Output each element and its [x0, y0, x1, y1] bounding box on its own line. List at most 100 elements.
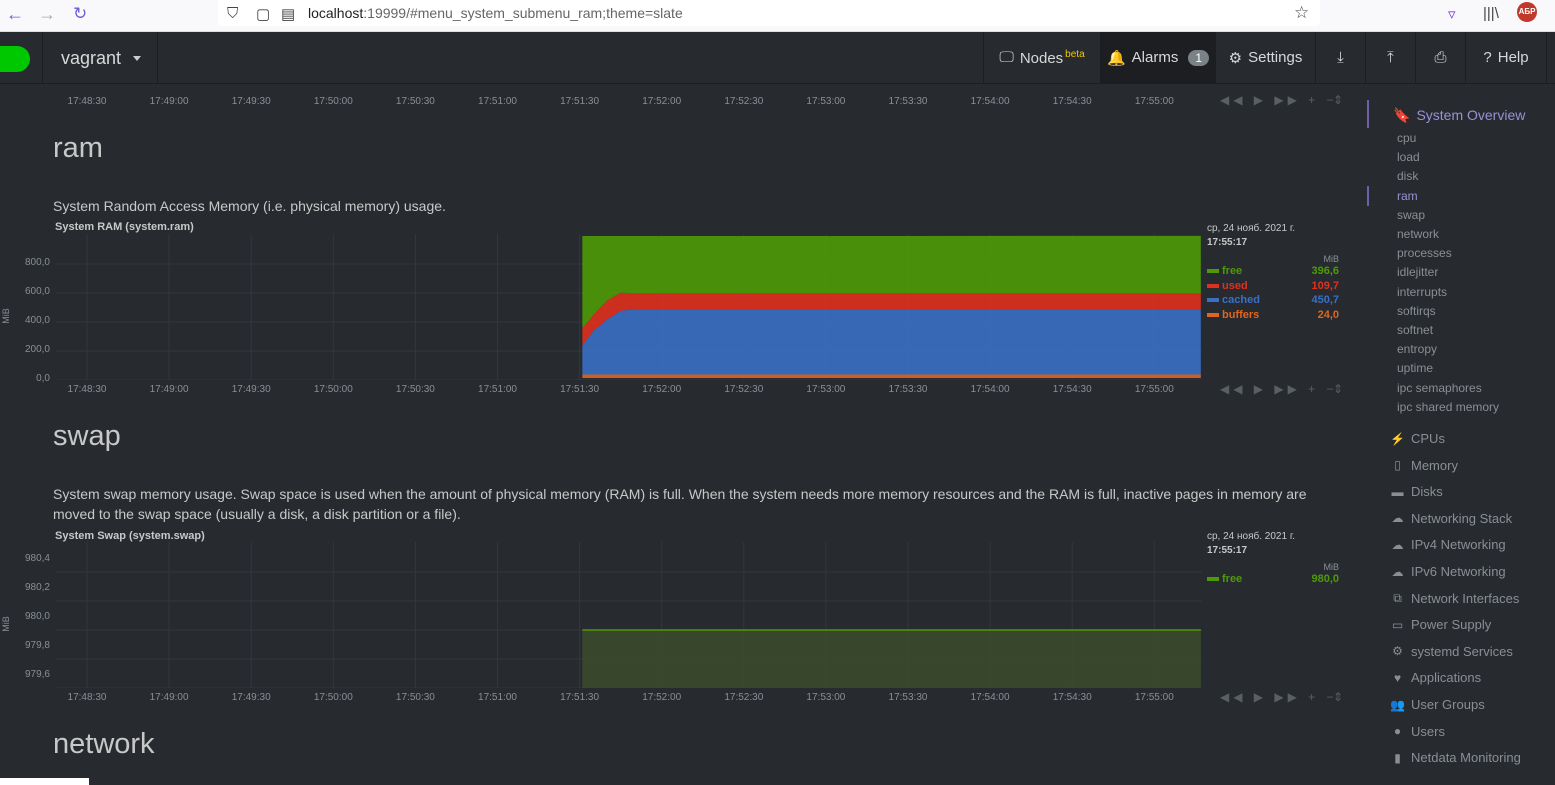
- sidebar-subitem-idlejitter[interactable]: idlejitter: [1397, 265, 1438, 279]
- legend-dim-value: 396,6: [1311, 265, 1339, 278]
- sidebar-subitem-softnet[interactable]: softnet: [1397, 323, 1433, 337]
- upload-icon: ⤒: [1387, 49, 1394, 66]
- sidebar-item-system-overview[interactable]: 🔖 System Overview: [1393, 107, 1525, 124]
- section-desc-swap: System swap memory usage. Swap space is …: [53, 486, 1307, 522]
- time-tick: 17:52:30: [724, 384, 764, 395]
- sidebar-item-power-supply[interactable]: ▭ Power Supply: [1390, 617, 1491, 632]
- time-tick: 17:52:00: [642, 96, 682, 107]
- chart-controls-swap[interactable]: ◀◀ ▶ ▶▶ + −: [1220, 690, 1338, 704]
- time-tick: 17:54:00: [970, 692, 1010, 703]
- legend-time: 17:55:17: [1207, 237, 1248, 248]
- netdata-logo-icon[interactable]: [0, 46, 30, 72]
- hostname[interactable]: vagrant: [61, 48, 121, 69]
- legend-item-free[interactable]: free 980,0: [1207, 572, 1339, 587]
- cogs-icon: ⚙: [1392, 644, 1403, 659]
- back-arrow-icon[interactable]: ←: [6, 4, 24, 25]
- y-tick: 400,0: [24, 315, 50, 326]
- page-icon: ▢: [256, 6, 271, 23]
- time-tick: 17:51:00: [478, 384, 517, 395]
- forward-arrow-icon[interactable]: →: [38, 4, 56, 25]
- chart-swap[interactable]: [56, 542, 1206, 688]
- settings-button[interactable]: ⚙ Settings: [1215, 32, 1315, 83]
- alarms-button[interactable]: 🔔 Alarms 1: [1100, 32, 1215, 83]
- sidebar-item-ipv6-networking[interactable]: ☁ IPv6 Networking: [1390, 564, 1506, 579]
- section-desc-ram: System Random Access Memory (i.e. physic…: [53, 198, 446, 214]
- bookmark-star-icon[interactable]: ☆: [1294, 3, 1309, 23]
- extension-badge[interactable]: АБР: [1517, 2, 1537, 22]
- time-tick: 17:48:30: [67, 384, 107, 395]
- chart-controls-ram[interactable]: ◀◀ ▶ ▶▶ + −: [1220, 382, 1338, 396]
- sidebar-subitem-disk[interactable]: disk: [1397, 169, 1418, 183]
- chart-controls-top[interactable]: ◀◀ ▶ ▶▶ + −: [1220, 93, 1338, 107]
- y-tick: 800,0: [24, 257, 50, 268]
- time-axis-swap: 17:48:30 17:49:00 17:49:30 17:50:00 17:50:30…: [0, 692, 1205, 706]
- resize-handle-icon[interactable]: ⇕: [1333, 690, 1347, 704]
- pocket-icon[interactable]: ▿: [1448, 5, 1456, 23]
- time-axis-top: 17:48:30 17:49:00 17:49:30 17:50:00 17:50:30…: [0, 96, 1205, 110]
- sidebar-item-label: CPUs: [1411, 431, 1445, 446]
- cloud-icon: ☁: [1391, 537, 1404, 552]
- sidebar-item-ipv4-networking[interactable]: ☁ IPv4 Networking: [1390, 537, 1506, 552]
- nodes-button[interactable]: 🖵 Nodes beta: [983, 32, 1100, 83]
- legend-unit: MiB: [1323, 254, 1340, 264]
- sidebar-subitem-softirqs[interactable]: softirqs: [1397, 304, 1436, 318]
- legend-item-buffers[interactable]: buffers 24,0: [1207, 308, 1339, 323]
- y-tick: 200,0: [24, 344, 50, 355]
- url-text[interactable]: localhost:19999/#menu_system_submenu_ram…: [308, 5, 683, 21]
- legend-item-cached[interactable]: cached 450,7: [1207, 293, 1339, 308]
- legend-item-used[interactable]: used 109,7: [1207, 279, 1339, 294]
- download-button[interactable]: ⤓: [1315, 32, 1365, 83]
- time-tick: 17:51:30: [560, 96, 600, 107]
- sidebar-item-cpus[interactable]: ⚡ CPUs: [1390, 431, 1445, 446]
- resize-handle-icon[interactable]: ⇕: [1333, 93, 1347, 107]
- legend-unit: MiB: [1323, 562, 1340, 572]
- sidebar-item-label: IPv6 Networking: [1411, 564, 1506, 579]
- sidebar-item-netdata-monitoring[interactable]: ▮ Netdata Monitoring: [1390, 750, 1521, 765]
- chart-ram[interactable]: [56, 234, 1206, 380]
- time-tick: 17:49:30: [231, 692, 271, 703]
- url-bar[interactable]: ⛉ ▢ ▤ localhost:19999/#menu_system_subme…: [218, 0, 1320, 26]
- print-button[interactable]: ⎙: [1415, 32, 1465, 83]
- time-tick: 17:54:30: [1052, 96, 1092, 107]
- sidebar-subitem-swap[interactable]: swap: [1397, 208, 1425, 222]
- sidebar-subitem-entropy[interactable]: entropy: [1397, 342, 1437, 356]
- time-tick: 17:54:00: [970, 96, 1010, 107]
- reload-icon[interactable]: ↻: [73, 4, 87, 24]
- legend-swatch: [1207, 269, 1219, 274]
- sidebar-subitem-cpu[interactable]: cpu: [1397, 131, 1416, 145]
- sidebar-item-label: Networking Stack: [1411, 510, 1513, 526]
- sidebar-subitem-uptime[interactable]: uptime: [1397, 361, 1433, 375]
- sidebar-subitem-ipc-semaphores[interactable]: ipc semaphores: [1397, 381, 1482, 395]
- netdata-header: vagrant 🖵 Nodes beta 🔔 Alarms 1 ⚙ Setting…: [0, 32, 1555, 84]
- sidebar-subitem-ram[interactable]: ram: [1397, 189, 1418, 203]
- sidebar-item-network-interfaces[interactable]: ⧉ Network Interfaces: [1390, 591, 1519, 606]
- sidebar-subitem-network[interactable]: network: [1397, 227, 1439, 241]
- time-tick: 17:49:30: [231, 96, 271, 107]
- sidebar-item-networking-stack[interactable]: ☁ Networking Stack: [1390, 510, 1513, 526]
- time-tick: 17:53:00: [806, 692, 846, 703]
- sidebar-subitem-ipc-shared-memory[interactable]: ipc shared memory: [1397, 400, 1499, 414]
- sidebar-item-disks[interactable]: ▬ Disks: [1390, 484, 1443, 499]
- chevron-down-icon[interactable]: [133, 56, 141, 61]
- time-tick: 17:53:00: [806, 96, 846, 107]
- legend-time: 17:55:17: [1207, 545, 1248, 556]
- bolt-icon: ⚡: [1390, 431, 1405, 446]
- sidebar-item-systemd-services[interactable]: ⚙ systemd Services: [1390, 644, 1513, 659]
- upload-button[interactable]: ⤒: [1365, 32, 1415, 83]
- section-title-network: network: [53, 728, 155, 760]
- sidebar-item-label: Applications: [1411, 670, 1482, 686]
- area-series-buffers: [582, 374, 1201, 378]
- sidebar-item-user-groups[interactable]: 👥 User Groups: [1390, 697, 1485, 712]
- time-tick: 17:50:30: [395, 384, 435, 395]
- heartbeat-icon: ♥: [1393, 670, 1402, 685]
- sidebar-subitem-interrupts[interactable]: interrupts: [1397, 285, 1447, 299]
- library-icon[interactable]: |||\: [1483, 5, 1499, 22]
- legend-item-free[interactable]: free 396,6: [1207, 264, 1339, 279]
- resize-handle-icon[interactable]: ⇕: [1333, 382, 1347, 396]
- sidebar-item-memory[interactable]: ▯ Memory: [1390, 458, 1458, 473]
- sidebar-item-users[interactable]: ● Users: [1390, 724, 1445, 739]
- sidebar-subitem-processes[interactable]: processes: [1397, 246, 1452, 260]
- sidebar-item-applications[interactable]: ♥ Applications: [1390, 670, 1481, 685]
- help-button[interactable]: ? Help: [1465, 32, 1547, 83]
- sidebar-subitem-load[interactable]: load: [1397, 150, 1420, 164]
